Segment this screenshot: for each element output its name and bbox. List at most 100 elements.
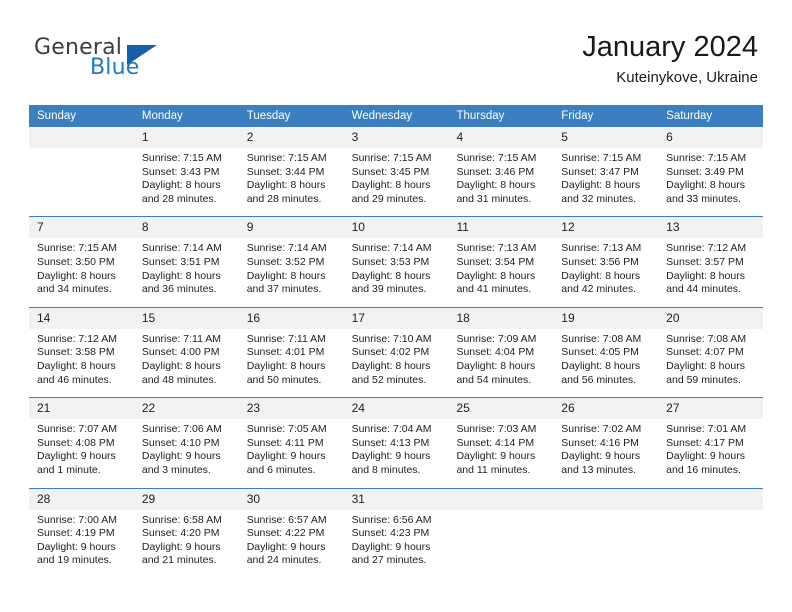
sunset-text: Sunset: 4:05 PM bbox=[561, 346, 639, 359]
day-cell[interactable]: Sunrise: 7:14 AM Sunset: 3:51 PM Daylight:… bbox=[134, 238, 239, 306]
day-cell[interactable]: Sunrise: 7:03 AM Sunset: 4:14 PM Daylight:… bbox=[448, 419, 553, 487]
day-number-empty bbox=[448, 489, 553, 510]
day-cell-empty bbox=[448, 510, 553, 578]
day-cell[interactable]: Sunrise: 7:14 AM Sunset: 3:53 PM Daylight:… bbox=[344, 238, 449, 306]
weekday-header-row: Sunday Monday Tuesday Wednesday Thursday Frid… bbox=[29, 105, 763, 127]
day-number[interactable]: 5 bbox=[553, 127, 658, 148]
day-number[interactable]: 9 bbox=[239, 217, 344, 238]
daylight-text: Daylight: 8 hours bbox=[141, 359, 221, 372]
day-number[interactable]: 27 bbox=[658, 398, 763, 419]
daylight-text: Daylight: 8 hours bbox=[456, 179, 536, 192]
day-cell[interactable]: Sunrise: 7:15 AM Sunset: 3:49 PM Daylight:… bbox=[658, 148, 763, 216]
day-number[interactable]: 31 bbox=[344, 489, 449, 510]
weekday-header-sunday: Sunday bbox=[37, 110, 77, 122]
weekday-header-friday: Friday bbox=[561, 110, 594, 122]
daylight-text-cont: and 37 minutes. bbox=[246, 283, 322, 296]
sunrise-text: Sunrise: 7:11 AM bbox=[141, 332, 222, 345]
day-cell[interactable]: Sunrise: 6:56 AM Sunset: 4:23 PM Daylight:… bbox=[344, 510, 449, 578]
day-number[interactable]: 14 bbox=[29, 308, 134, 329]
day-number-empty bbox=[658, 489, 763, 510]
daylight-text: Daylight: 9 hours bbox=[561, 450, 641, 463]
sunset-text: Sunset: 3:53 PM bbox=[351, 255, 430, 268]
day-cell[interactable]: Sunrise: 7:01 AM Sunset: 4:17 PM Daylight:… bbox=[658, 419, 763, 487]
day-number[interactable]: 13 bbox=[658, 217, 763, 238]
day-cell[interactable]: Sunrise: 7:13 AM Sunset: 3:54 PM Daylight:… bbox=[448, 238, 553, 306]
weekday-header-monday: Monday bbox=[141, 110, 183, 122]
day-number[interactable]: 23 bbox=[239, 398, 344, 419]
day-number[interactable]: 19 bbox=[553, 308, 658, 329]
daylight-text-cont: and 29 minutes. bbox=[351, 192, 427, 205]
day-cell[interactable]: Sunrise: 7:10 AM Sunset: 4:02 PM Daylight:… bbox=[344, 329, 449, 397]
calendar-week-row: 28 29 30 31 Sunrise: 7:00 AM Sunset: 4:19 PM D… bbox=[29, 487, 763, 578]
day-cell[interactable]: Sunrise: 7:04 AM Sunset: 4:13 PM Daylight:… bbox=[344, 419, 449, 487]
sunset-text: Sunset: 3:56 PM bbox=[561, 255, 639, 268]
day-number[interactable]: 6 bbox=[658, 127, 763, 148]
daylight-text-cont: and 21 minutes. bbox=[141, 554, 217, 567]
general-blue-logo[interactable]: General Blue bbox=[34, 36, 254, 94]
day-cell[interactable]: Sunrise: 7:11 AM Sunset: 4:01 PM Daylight:… bbox=[239, 329, 344, 397]
sunrise-text: Sunrise: 7:15 AM bbox=[141, 152, 222, 164]
sunset-text: Sunset: 4:14 PM bbox=[456, 436, 535, 449]
day-number[interactable]: 17 bbox=[344, 308, 449, 329]
day-cell[interactable]: Sunrise: 7:15 AM Sunset: 3:46 PM Daylight:… bbox=[448, 148, 553, 216]
day-number[interactable]: 26 bbox=[553, 398, 658, 419]
day-number[interactable]: 29 bbox=[134, 489, 239, 510]
day-cell[interactable]: Sunrise: 7:09 AM Sunset: 4:04 PM Daylight:… bbox=[448, 329, 553, 397]
sunset-text: Sunset: 4:04 PM bbox=[456, 346, 535, 359]
day-number[interactable]: 24 bbox=[344, 398, 449, 419]
day-number[interactable]: 3 bbox=[344, 127, 449, 148]
day-number[interactable]: 21 bbox=[29, 398, 134, 419]
day-cell[interactable]: Sunrise: 7:02 AM Sunset: 4:16 PM Daylight:… bbox=[553, 419, 658, 487]
day-number[interactable]: 4 bbox=[448, 127, 553, 148]
day-cell[interactable]: Sunrise: 7:12 AM Sunset: 3:58 PM Daylight:… bbox=[29, 329, 134, 397]
sunrise-text: Sunrise: 7:08 AM bbox=[666, 332, 747, 345]
daylight-text: Daylight: 8 hours bbox=[351, 359, 431, 372]
sunset-text: Sunset: 3:57 PM bbox=[666, 255, 744, 268]
day-cell[interactable]: Sunrise: 7:13 AM Sunset: 3:56 PM Daylight:… bbox=[553, 238, 658, 306]
day-number[interactable]: 8 bbox=[134, 217, 239, 238]
day-number[interactable]: 1 bbox=[134, 127, 239, 148]
daylight-text-cont: and 31 minutes. bbox=[456, 192, 532, 205]
day-cell[interactable]: Sunrise: 7:15 AM Sunset: 3:47 PM Daylight:… bbox=[553, 148, 658, 216]
daylight-text: Daylight: 9 hours bbox=[37, 540, 116, 553]
day-number[interactable]: 2 bbox=[239, 127, 344, 148]
day-number[interactable]: 22 bbox=[134, 398, 239, 419]
day-number[interactable]: 15 bbox=[134, 308, 239, 329]
day-cell[interactable]: Sunrise: 7:15 AM Sunset: 3:50 PM Daylight:… bbox=[29, 238, 134, 306]
day-number[interactable]: 11 bbox=[448, 217, 553, 238]
day-number[interactable]: 10 bbox=[344, 217, 449, 238]
day-detail-row: Sunrise: 7:15 AM Sunset: 3:50 PM Daylight:… bbox=[29, 238, 763, 307]
daylight-text-cont: and 16 minutes. bbox=[666, 463, 741, 476]
day-cell[interactable]: Sunrise: 7:06 AM Sunset: 4:10 PM Daylight:… bbox=[134, 419, 239, 487]
day-cell[interactable]: Sunrise: 7:15 AM Sunset: 3:45 PM Daylight:… bbox=[344, 148, 449, 216]
sunset-text: Sunset: 4:07 PM bbox=[666, 346, 744, 359]
day-cell[interactable]: Sunrise: 7:15 AM Sunset: 3:43 PM Daylight:… bbox=[134, 148, 239, 216]
daylight-text: Daylight: 8 hours bbox=[246, 359, 326, 372]
day-cell[interactable]: Sunrise: 6:58 AM Sunset: 4:20 PM Daylight:… bbox=[134, 510, 239, 578]
day-cell[interactable]: Sunrise: 7:00 AM Sunset: 4:19 PM Daylight:… bbox=[29, 510, 134, 578]
day-number[interactable]: 25 bbox=[448, 398, 553, 419]
day-cell[interactable]: Sunrise: 7:08 AM Sunset: 4:07 PM Daylight:… bbox=[658, 329, 763, 397]
daylight-text-cont: and 50 minutes. bbox=[246, 373, 322, 386]
day-cell[interactable]: Sunrise: 6:57 AM Sunset: 4:22 PM Daylight:… bbox=[239, 510, 344, 578]
day-cell[interactable]: Sunrise: 7:07 AM Sunset: 4:08 PM Daylight:… bbox=[29, 419, 134, 487]
day-number[interactable]: 28 bbox=[29, 489, 134, 510]
day-number[interactable]: 20 bbox=[658, 308, 763, 329]
day-cell[interactable]: Sunrise: 7:08 AM Sunset: 4:05 PM Daylight:… bbox=[553, 329, 658, 397]
sunset-text: Sunset: 3:50 PM bbox=[37, 255, 115, 268]
daylight-text-cont: and 11 minutes. bbox=[456, 463, 531, 476]
day-cell[interactable]: Sunrise: 7:12 AM Sunset: 3:57 PM Daylight:… bbox=[658, 238, 763, 306]
day-number[interactable]: 7 bbox=[29, 217, 134, 238]
day-number[interactable]: 16 bbox=[239, 308, 344, 329]
location-subtitle: Kuteinykove, Ukraine bbox=[616, 69, 758, 86]
day-number[interactable]: 30 bbox=[239, 489, 344, 510]
day-cell[interactable]: Sunrise: 7:15 AM Sunset: 3:44 PM Daylight:… bbox=[239, 148, 344, 216]
day-cell[interactable]: Sunrise: 7:11 AM Sunset: 4:00 PM Daylight:… bbox=[134, 329, 239, 397]
day-number[interactable]: 12 bbox=[553, 217, 658, 238]
day-number[interactable]: 18 bbox=[448, 308, 553, 329]
logo-text-blue: Blue bbox=[90, 55, 140, 80]
sunrise-text: Sunrise: 7:05 AM bbox=[246, 423, 327, 436]
sunrise-text: Sunrise: 7:15 AM bbox=[351, 152, 432, 164]
day-cell[interactable]: Sunrise: 7:05 AM Sunset: 4:11 PM Daylight:… bbox=[239, 419, 344, 487]
day-cell[interactable]: Sunrise: 7:14 AM Sunset: 3:52 PM Daylight:… bbox=[239, 238, 344, 306]
